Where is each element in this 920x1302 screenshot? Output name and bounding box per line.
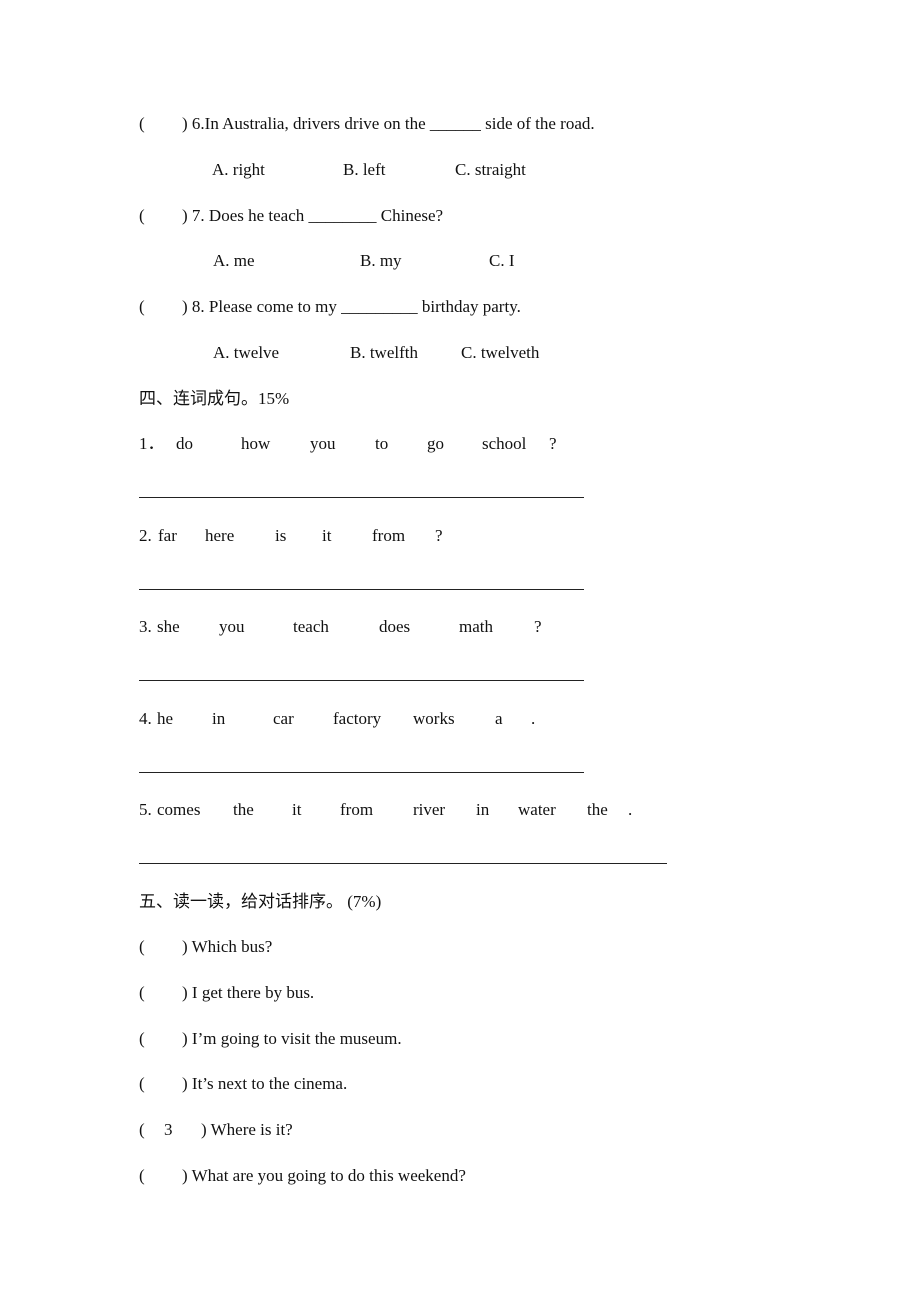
answer-paren-open: ( xyxy=(139,937,145,956)
question-number: 7. xyxy=(191,206,205,225)
answer-paren-open: ( xyxy=(139,297,145,316)
word: the xyxy=(233,800,254,819)
answer-blank[interactable]: 3 xyxy=(164,1120,173,1140)
word: school xyxy=(482,434,527,453)
question-number: 8. xyxy=(191,297,205,316)
word: . xyxy=(628,800,633,819)
word: you xyxy=(310,434,336,453)
answer-paren-open: ( xyxy=(139,1120,145,1139)
word: it xyxy=(322,526,332,545)
word: you xyxy=(219,617,245,636)
answer-line[interactable] xyxy=(139,863,667,864)
question-text: Does he teach ________ Chinese? xyxy=(208,206,444,225)
dialogue-text: ) What are you going to do this weekend? xyxy=(182,1166,466,1185)
word: here xyxy=(205,526,235,545)
item-number: 1． xyxy=(139,434,165,453)
word: teach xyxy=(293,617,329,636)
word: she xyxy=(157,617,180,636)
dialogue-text: ) It’s next to the cinema. xyxy=(182,1074,348,1093)
option-b: B. left xyxy=(343,160,386,179)
word: . xyxy=(531,709,536,728)
option-c: C. straight xyxy=(455,160,526,179)
question-stem: ) 7. Does he teach ________ Chinese? xyxy=(182,206,444,225)
word: factory xyxy=(333,709,382,728)
word: does xyxy=(379,617,411,636)
item-number: 4. xyxy=(139,709,152,728)
word: is xyxy=(275,526,287,545)
option-a: A. me xyxy=(213,251,255,270)
word: the xyxy=(587,800,608,819)
answer-paren-open: ( xyxy=(139,1029,145,1048)
answer-line[interactable] xyxy=(139,497,584,498)
word: ? xyxy=(435,526,443,545)
option-a: A. twelve xyxy=(213,343,280,362)
word: how xyxy=(241,434,271,453)
dialogue-text: ) I get there by bus. xyxy=(182,983,315,1002)
word: a xyxy=(495,709,503,728)
dialogue-text: ) Which bus? xyxy=(182,937,273,956)
item-number: 5. xyxy=(139,800,152,819)
question-stem: ) 6.In Australia, drivers drive on the _… xyxy=(182,114,595,133)
option-c: C. I xyxy=(489,251,515,270)
word: river xyxy=(413,800,446,819)
item-number: 2. xyxy=(139,526,152,545)
word: it xyxy=(292,800,302,819)
word: in xyxy=(476,800,490,819)
word: far xyxy=(158,526,177,545)
section-title: 四、连词成句。15% xyxy=(139,389,290,408)
answer-paren-open: ( xyxy=(139,206,145,225)
word: car xyxy=(273,709,294,728)
question-stem: ) 8. Please come to my _________ birthda… xyxy=(182,297,521,316)
word: ? xyxy=(534,617,542,636)
answer-paren-open: ( xyxy=(139,114,145,133)
answer-line[interactable] xyxy=(139,680,584,681)
item-number: 3. xyxy=(139,617,152,636)
option-a: A. right xyxy=(212,160,265,179)
answer-paren-open: ( xyxy=(139,983,145,1002)
word: math xyxy=(459,617,493,636)
word: in xyxy=(212,709,226,728)
word: from xyxy=(340,800,374,819)
option-c: C. twelveth xyxy=(461,343,540,362)
word: he xyxy=(157,709,174,728)
word: do xyxy=(176,434,193,453)
word: water xyxy=(518,800,556,819)
dialogue-text: ) I’m going to visit the museum. xyxy=(182,1029,402,1048)
answer-line[interactable] xyxy=(139,589,584,590)
question-text: In Australia, drivers drive on the _____… xyxy=(204,114,595,133)
dialogue-text: ) Where is it? xyxy=(201,1120,293,1139)
word: go xyxy=(427,434,444,453)
word: comes xyxy=(157,800,201,819)
option-b: B. my xyxy=(360,251,402,270)
answer-paren-open: ( xyxy=(139,1074,145,1093)
answer-line[interactable] xyxy=(139,772,584,773)
word: to xyxy=(375,434,389,453)
word: works xyxy=(413,709,455,728)
option-b: B. twelfth xyxy=(350,343,418,362)
word: ? xyxy=(549,434,557,453)
section-title: 五、读一读，给对话排序。 (7%) xyxy=(139,892,382,911)
word: from xyxy=(372,526,406,545)
question-number: 6. xyxy=(191,114,205,133)
question-text: Please come to my _________ birthday par… xyxy=(208,297,521,316)
answer-paren-open: ( xyxy=(139,1166,145,1185)
